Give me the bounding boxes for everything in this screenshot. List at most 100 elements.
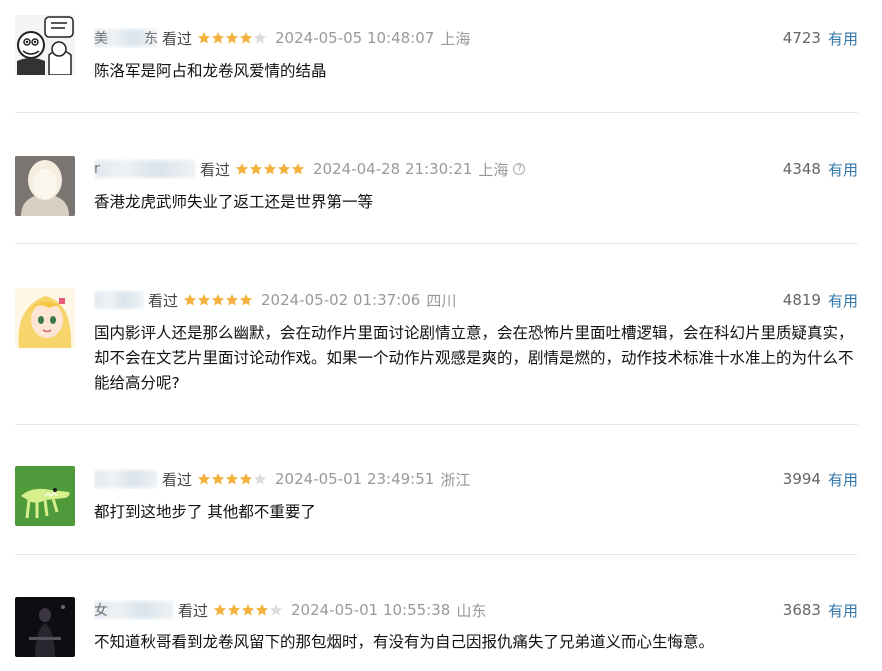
star-icon xyxy=(211,473,225,485)
rating-stars xyxy=(197,472,267,486)
comment-text: 国内影评人还是那么幽默，会在动作片里面讨论剧情立意，会在恐怖片里面吐槽逻辑，会在… xyxy=(94,324,854,392)
vote-area: 4348 有用 xyxy=(783,158,858,180)
comment-location: 四川 xyxy=(426,291,457,310)
star-icon xyxy=(211,294,225,306)
watched-label: 看过 xyxy=(178,601,209,620)
comment-location: 上海 xyxy=(440,29,471,48)
star-icon xyxy=(263,163,277,175)
comment-meta: 看过 2024-05-01 23:49:51 浙江 xyxy=(94,468,470,490)
star-icon xyxy=(235,163,249,175)
rating-stars xyxy=(213,603,283,617)
star-icon xyxy=(213,604,227,616)
username[interactable]: r xyxy=(94,159,196,179)
avatar-portrait-icon xyxy=(15,156,75,216)
star-icon xyxy=(225,473,239,485)
comment-location: 山东 xyxy=(456,601,487,620)
watched-label: 看过 xyxy=(200,160,231,179)
avatar-crocodile-icon xyxy=(15,466,75,526)
star-icon xyxy=(197,294,211,306)
username[interactable] xyxy=(94,290,144,310)
star-icon xyxy=(253,473,267,485)
vote-area: 3994 有用 xyxy=(783,468,858,490)
comment-location: 上海 xyxy=(478,160,509,179)
comment-text: 都打到这地步了 其他都不重要了 xyxy=(94,503,316,521)
comment-item: 看过 2024-05-02 01:37:06 四川 4819 有用 国内影评人还… xyxy=(0,244,882,425)
comment-meta: 美 东 看过 2024-05-05 10:48:07 上海 xyxy=(94,27,470,49)
username-prefix: r xyxy=(94,161,100,177)
star-icon xyxy=(255,604,269,616)
watched-label: 看过 xyxy=(162,29,193,48)
username-blur xyxy=(94,160,196,178)
comment-time: 2024-05-01 10:55:38 xyxy=(291,601,451,619)
username[interactable] xyxy=(94,469,158,489)
comment-text: 陈洛军是阿占和龙卷风爱情的结晶 xyxy=(94,62,327,80)
vote-area: 4723 有用 xyxy=(783,27,858,49)
star-icon xyxy=(277,163,291,175)
comment-time: 2024-04-28 21:30:21 xyxy=(313,160,473,178)
vote-count: 3683 xyxy=(782,601,821,619)
star-icon xyxy=(227,604,241,616)
comment-item: 女 看过 2024-05-01 10:55:38 山东 3683 有用 不知道秋… xyxy=(0,556,882,671)
avatar[interactable] xyxy=(15,15,75,75)
avatar[interactable] xyxy=(15,156,75,216)
username-blur xyxy=(94,470,158,488)
comment-location: 浙江 xyxy=(440,470,471,489)
comment-time: 2024-05-02 01:37:06 xyxy=(261,291,421,309)
username[interactable]: 美 东 xyxy=(94,28,158,48)
star-icon xyxy=(253,32,267,44)
avatar-anime-icon xyxy=(15,288,75,348)
vote-count: 3994 xyxy=(782,470,821,488)
vote-area: 4819 有用 xyxy=(783,289,858,311)
comment-text: 香港龙虎武师失业了返工还是世界第一等 xyxy=(94,193,374,211)
star-icon xyxy=(239,294,253,306)
star-icon xyxy=(249,163,263,175)
vote-area: 3683 有用 xyxy=(783,599,858,621)
star-icon xyxy=(269,604,283,616)
useful-button[interactable]: 有用 xyxy=(828,159,858,180)
username[interactable]: 女 xyxy=(94,600,174,620)
useful-button[interactable]: 有用 xyxy=(828,28,858,49)
vote-count: 4723 xyxy=(782,29,821,47)
avatar-cartoon-icon xyxy=(15,15,75,75)
star-icon xyxy=(197,473,211,485)
help-icon[interactable]: ? xyxy=(513,163,526,175)
comment-time: 2024-05-01 23:49:51 xyxy=(275,470,435,488)
useful-button[interactable]: 有用 xyxy=(828,469,858,490)
comment-text: 不知道秋哥看到龙卷风留下的那包烟时，有没有为自己因报仇痛失了兄弟道义而心生悔意。 xyxy=(94,633,715,651)
username-prefix: 美 xyxy=(94,31,108,47)
vote-count: 4348 xyxy=(782,160,821,178)
avatar[interactable] xyxy=(15,466,75,526)
avatar[interactable] xyxy=(15,597,75,657)
watched-label: 看过 xyxy=(162,470,193,489)
username-blur xyxy=(94,291,144,309)
avatar[interactable] xyxy=(15,288,75,348)
divider xyxy=(15,112,858,113)
star-icon xyxy=(183,294,197,306)
comment-time: 2024-05-05 10:48:07 xyxy=(275,29,435,47)
rating-stars xyxy=(235,162,305,176)
star-icon xyxy=(225,294,239,306)
star-icon xyxy=(225,32,239,44)
rating-stars xyxy=(183,293,253,307)
comment-meta: r 看过 2024-04-28 21:30:21 上海 ? xyxy=(94,158,526,180)
watched-label: 看过 xyxy=(148,291,179,310)
star-icon xyxy=(239,473,253,485)
useful-button[interactable]: 有用 xyxy=(828,290,858,311)
comment-meta: 女 看过 2024-05-01 10:55:38 山东 xyxy=(94,599,486,621)
star-icon xyxy=(239,32,253,44)
username-suffix: 东 xyxy=(144,31,158,47)
divider xyxy=(15,554,858,555)
comment-item: 看过 2024-05-01 23:49:51 浙江 3994 有用 都打到这地步… xyxy=(0,425,882,555)
star-icon xyxy=(211,32,225,44)
rating-stars xyxy=(197,31,267,45)
useful-button[interactable]: 有用 xyxy=(828,600,858,621)
star-icon xyxy=(291,163,305,175)
comment-meta: 看过 2024-05-02 01:37:06 四川 xyxy=(94,289,456,311)
comment-item: r 看过 2024-04-28 21:30:21 上海 ? 4348 有用 香港… xyxy=(0,130,882,244)
comment-item: 美 东 看过 2024-05-05 10:48:07 上海 4723 有用 陈洛… xyxy=(0,0,882,113)
star-icon xyxy=(197,32,211,44)
vote-count: 4819 xyxy=(782,291,821,309)
avatar-dark-photo-icon xyxy=(15,597,75,657)
star-icon xyxy=(241,604,255,616)
username-prefix: 女 xyxy=(94,603,108,619)
